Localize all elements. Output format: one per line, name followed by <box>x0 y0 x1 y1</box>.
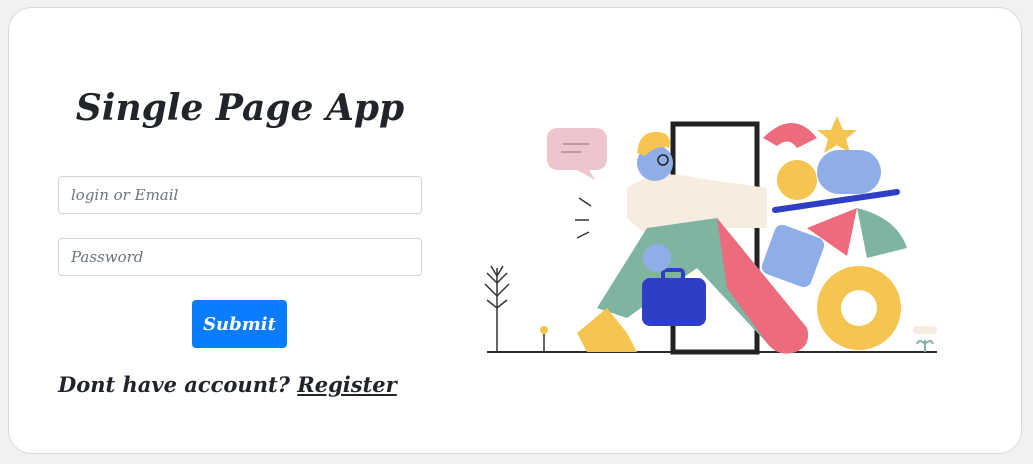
speech-bubble <box>547 128 607 180</box>
register-prompt-text: Dont have account? <box>58 372 298 397</box>
motion-lines <box>575 197 592 239</box>
register-link[interactable]: Register <box>297 372 396 397</box>
register-prompt: Dont have account? Register <box>58 372 397 397</box>
login-email-input[interactable] <box>58 176 422 214</box>
plant-left <box>484 265 510 352</box>
flower-dot <box>540 326 548 334</box>
person-walking-through-door-illustration <box>484 116 937 355</box>
page-title: Single Page App <box>75 87 405 129</box>
submit-button[interactable]: Submit <box>192 300 287 348</box>
login-card: Single Page App Submit Dont have account… <box>8 7 1022 454</box>
password-input[interactable] <box>58 238 422 276</box>
briefcase-icon <box>642 278 706 326</box>
